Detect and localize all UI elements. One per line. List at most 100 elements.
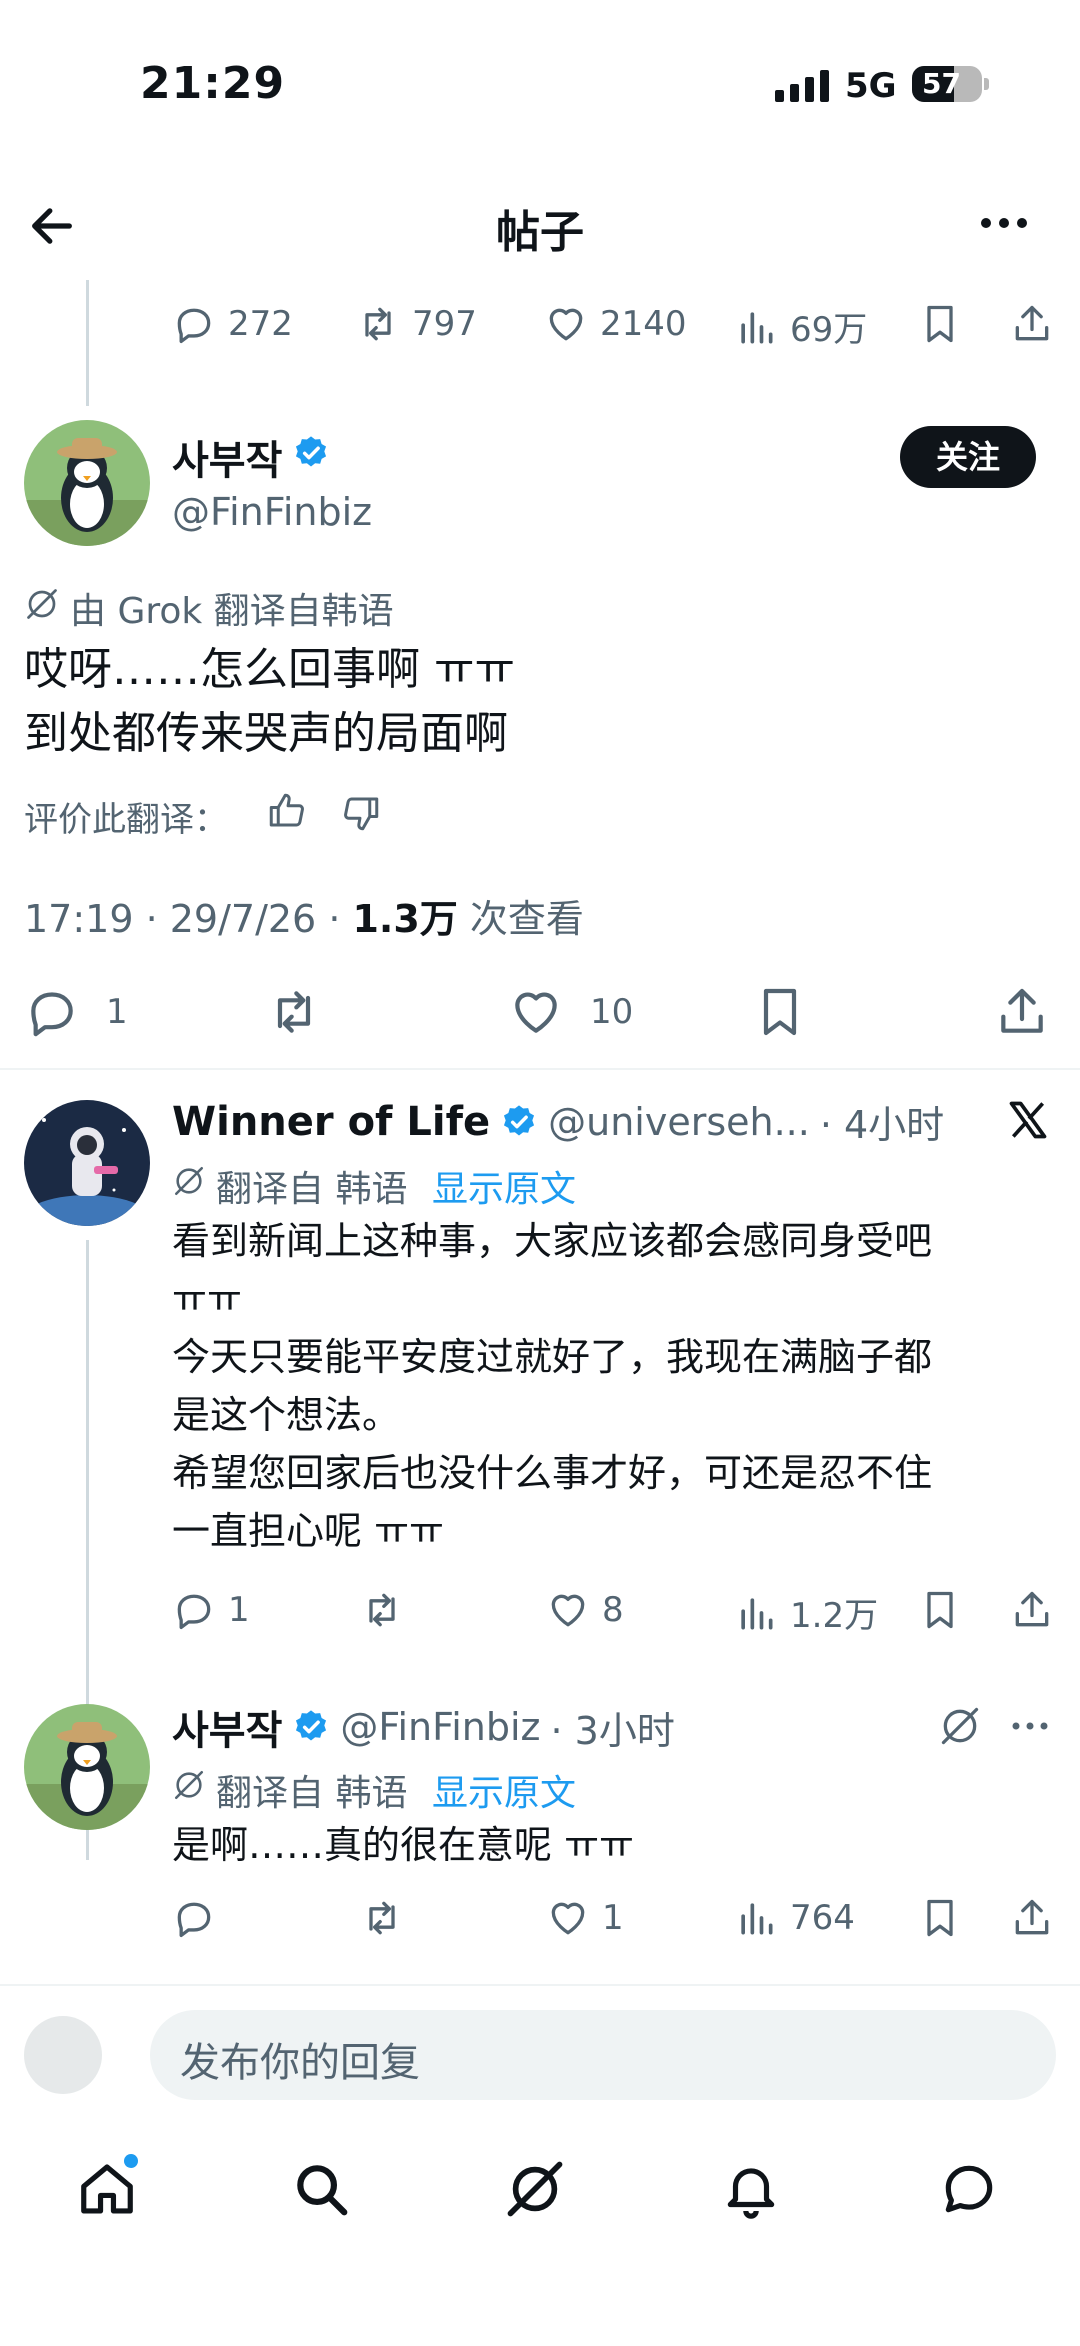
views-action[interactable]: 69万 [734, 302, 867, 351]
share-button[interactable] [1010, 302, 1054, 350]
thread-line [86, 280, 89, 406]
reply1-line-1: 看到新闻上这种事，大家应该都会感同身受吧 [172, 1219, 933, 1263]
more-icon[interactable] [1010, 1716, 1050, 1736]
message-icon [945, 2165, 993, 2213]
reply-icon [177, 308, 211, 344]
reply-placeholder: 发布你的回复 [180, 2040, 420, 2086]
reply1-reply-count: 1 [228, 1590, 250, 1630]
reply2-reply-button[interactable] [172, 1896, 216, 1944]
post-timestamp: 17:19 · 29/7/26 · [24, 897, 353, 941]
reply1-handle[interactable]: @universeh... [548, 1100, 810, 1144]
reply1-line-3: 今天只要能平安度过就好了，我现在满脑子都 [172, 1335, 933, 1379]
bell-icon [727, 2168, 775, 2219]
main-bookmark-button[interactable] [752, 984, 808, 1044]
reply1-bookmark-button[interactable] [918, 1588, 962, 1636]
reply2-repost-button[interactable] [360, 1896, 404, 1944]
share-icon [1001, 988, 1043, 1033]
more-icon[interactable] [976, 208, 1032, 238]
notification-dot [124, 2154, 138, 2168]
main-share-button[interactable] [994, 984, 1050, 1044]
verified-badge-icon [296, 1710, 327, 1741]
verified-badge-icon [295, 436, 327, 467]
heart-icon [515, 992, 557, 1033]
post-view-count: 1.3万 [352, 897, 458, 941]
nav-notifications[interactable] [720, 2158, 782, 2224]
reply2-header: 사부작 @FinFinbiz · 3小时 [172, 1698, 675, 1756]
repost-icon [369, 1901, 395, 1935]
main-repost-button[interactable] [266, 984, 322, 1044]
reply2-bookmark-button[interactable] [918, 1896, 962, 1944]
reply-count: 272 [228, 304, 293, 344]
reply1-line-6: 一直担心呢 ㅠㅠ [172, 1509, 444, 1553]
main-like-action[interactable]: 10 [508, 984, 633, 1040]
grok-icon[interactable] [938, 1704, 982, 1748]
thumbs-up-icon[interactable] [266, 790, 308, 832]
battery-tip [984, 78, 989, 90]
reply1-like-count: 8 [602, 1590, 624, 1630]
author-handle[interactable]: @FinFinbiz [172, 490, 372, 534]
reply2-show-original-link[interactable]: 显示原文 [432, 1764, 576, 1816]
reply2-avatar[interactable] [24, 1704, 150, 1830]
signal-icon [775, 70, 829, 102]
search-icon [297, 2165, 348, 2216]
reply-action[interactable]: 272 [172, 302, 293, 346]
reply1-avatar[interactable] [24, 1100, 150, 1226]
reply1-like-action[interactable]: 8 [546, 1588, 624, 1632]
network-label: 5G [845, 66, 897, 106]
verified-badge-icon [504, 1104, 535, 1135]
repost-icon [365, 307, 391, 341]
reply2-author-name[interactable]: 사부작 [172, 1698, 282, 1756]
heart-icon [551, 1594, 585, 1627]
views-icon [741, 311, 773, 343]
page-title: 帖子 [496, 207, 584, 258]
main-like-count: 10 [590, 992, 634, 1032]
heart-icon [551, 1902, 585, 1935]
nav-home[interactable] [76, 2154, 138, 2224]
repost-action[interactable]: 797 [356, 302, 477, 346]
grok-icon [174, 1770, 204, 1800]
reply2-views-action[interactable]: 764 [734, 1896, 855, 1940]
reply1-repost-button[interactable] [360, 1588, 404, 1636]
post-line-2: 到处都传来哭声的局面啊 [24, 708, 508, 759]
bookmark-icon [763, 988, 797, 1036]
heart-icon [549, 308, 583, 341]
nav-messages[interactable] [938, 2158, 1000, 2224]
main-reply-count: 1 [106, 992, 128, 1032]
thumbs-down-icon[interactable] [340, 792, 382, 834]
main-reply-action[interactable]: 1 [24, 984, 128, 1040]
reply1-author-name[interactable]: Winner of Life [172, 1099, 490, 1145]
reply2-share-button[interactable] [1010, 1896, 1054, 1944]
author-name[interactable]: 사부작 [172, 428, 282, 486]
share-icon [1015, 1899, 1049, 1935]
reply1-translate-note: 翻译自 韩语 [216, 1169, 408, 1210]
author-avatar[interactable] [24, 420, 150, 546]
reply1-reply-action[interactable]: 1 [172, 1588, 250, 1632]
bookmark-icon [927, 1899, 953, 1937]
bookmark-icon [927, 305, 953, 343]
reply2-line-1: 是啊……真的很在意呢 ㅠㅠ [172, 1823, 635, 1867]
reply2-translate-note: 翻译自 韩语 [216, 1773, 408, 1814]
rate-translation-label: 评价此翻译： [24, 800, 228, 840]
repost-icon [277, 991, 311, 1033]
reply1-share-button[interactable] [1010, 1588, 1054, 1636]
reply2-handle[interactable]: @FinFinbiz [340, 1705, 540, 1749]
bookmark-icon [927, 1591, 953, 1629]
like-action[interactable]: 2140 [544, 302, 687, 346]
nav-grok[interactable] [504, 2158, 566, 2224]
composer-avatar [24, 2016, 102, 2094]
reply1-line-5: 希望您回家后也没什么事才好，可还是忍不住 [172, 1451, 933, 1495]
bookmark-button[interactable] [918, 302, 962, 350]
reply2-time: · 3小时 [550, 1708, 675, 1753]
reply1-views-action[interactable]: 1.2万 [734, 1588, 878, 1637]
reply-icon [177, 1594, 211, 1630]
views-icon [741, 1903, 773, 1935]
x-logo-icon [1009, 1101, 1047, 1139]
follow-button[interactable]: 关注 [900, 426, 1036, 488]
views-icon [741, 1597, 773, 1629]
reply2-like-count: 1 [602, 1898, 624, 1938]
reply2-like-action[interactable]: 1 [546, 1896, 624, 1940]
nav-search[interactable] [290, 2158, 352, 2224]
reply1-show-original-link[interactable]: 显示原文 [432, 1160, 576, 1212]
battery-level: 57 [922, 67, 961, 100]
divider [0, 1984, 1080, 1986]
